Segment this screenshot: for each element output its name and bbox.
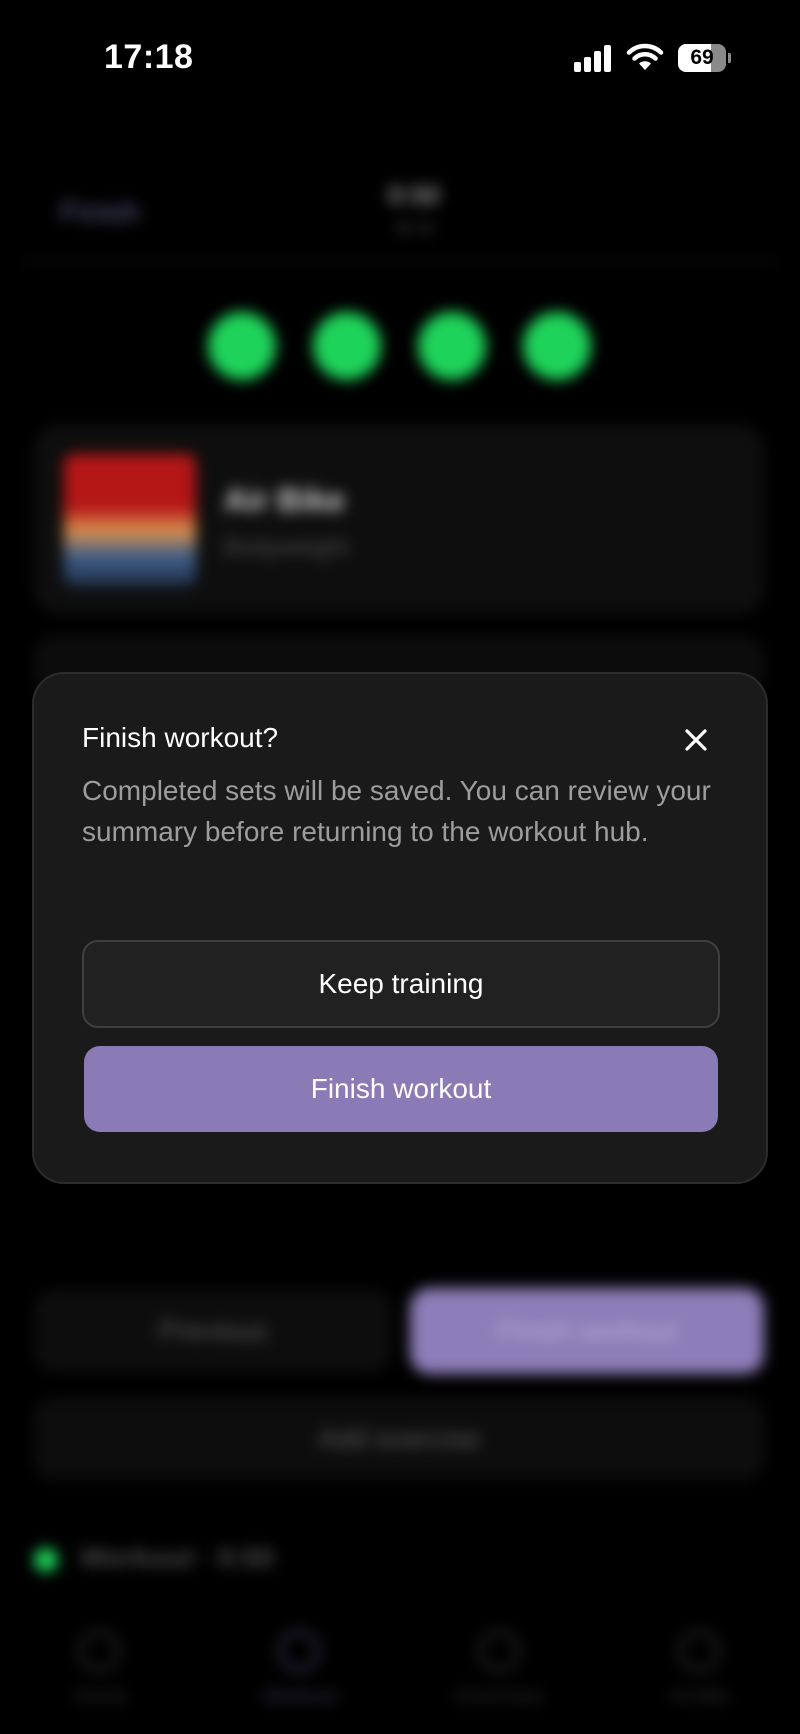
status-bar: 17:18 69 <box>0 0 800 120</box>
completed-set-check-icon <box>523 312 591 380</box>
tab-label: Exercises <box>456 1686 544 1708</box>
keep-training-button[interactable]: Keep training <box>82 940 720 1028</box>
exercise-card[interactable]: Air Bike Bodyweight <box>34 424 764 614</box>
person-icon <box>678 1630 720 1672</box>
tab-exercises[interactable]: Exercises <box>420 1620 580 1734</box>
completed-set-check-icon <box>208 312 276 380</box>
tab-workout[interactable]: Workout <box>220 1620 380 1734</box>
wifi-icon <box>626 43 664 70</box>
tab-label: Profile <box>671 1686 729 1708</box>
battery-level: 69 <box>690 46 714 69</box>
tab-profile[interactable]: Profile <box>620 1620 780 1734</box>
header-finish-link[interactable]: Finish <box>60 196 140 230</box>
dialog-title: Finish workout? <box>82 722 279 753</box>
exercise-subtitle: Bodyweight <box>224 534 349 561</box>
home-icon <box>78 1630 120 1672</box>
close-icon <box>685 729 707 751</box>
tab-home[interactable]: Home <box>20 1620 180 1734</box>
background-finish-button[interactable]: Finish workout <box>410 1288 764 1374</box>
completed-set-check-icon <box>313 312 381 380</box>
battery-icon: 69 <box>678 44 732 72</box>
finish-workout-button[interactable]: Finish workout <box>84 1046 718 1132</box>
screen: 17:18 69 Finish 0:50 4 / 4 Air Bike Body… <box>0 0 800 1734</box>
close-button[interactable] <box>674 718 718 762</box>
live-workout-status: Workout · 0:50 <box>80 1542 274 1573</box>
exercise-thumbnail <box>64 454 196 586</box>
workout-progress: 4 / 4 <box>396 218 432 238</box>
completed-set-check-icon <box>418 312 486 380</box>
list-icon <box>478 1630 520 1672</box>
exercise-name: Air Bike <box>224 482 345 518</box>
workout-header: Finish 0:50 4 / 4 <box>24 150 776 262</box>
dumbbell-icon <box>278 1630 320 1672</box>
live-dot-icon <box>34 1548 58 1572</box>
set-progress-dots <box>208 312 592 380</box>
tab-label: Workout <box>262 1686 338 1708</box>
add-exercise-button[interactable]: Add exercise <box>34 1398 764 1480</box>
tab-label: Home <box>73 1686 127 1708</box>
workout-timer: 0:50 <box>387 180 441 210</box>
tab-bar: Home Workout Exercises Profile <box>0 1620 800 1734</box>
cellular-signal-icon <box>574 44 614 72</box>
dialog-message: Completed sets will be saved. You can re… <box>82 775 711 847</box>
finish-workout-dialog: Finish workout? Completed sets will be s… <box>32 672 768 1184</box>
previous-button[interactable]: Previous <box>34 1290 392 1372</box>
status-time: 17:18 <box>104 38 194 76</box>
